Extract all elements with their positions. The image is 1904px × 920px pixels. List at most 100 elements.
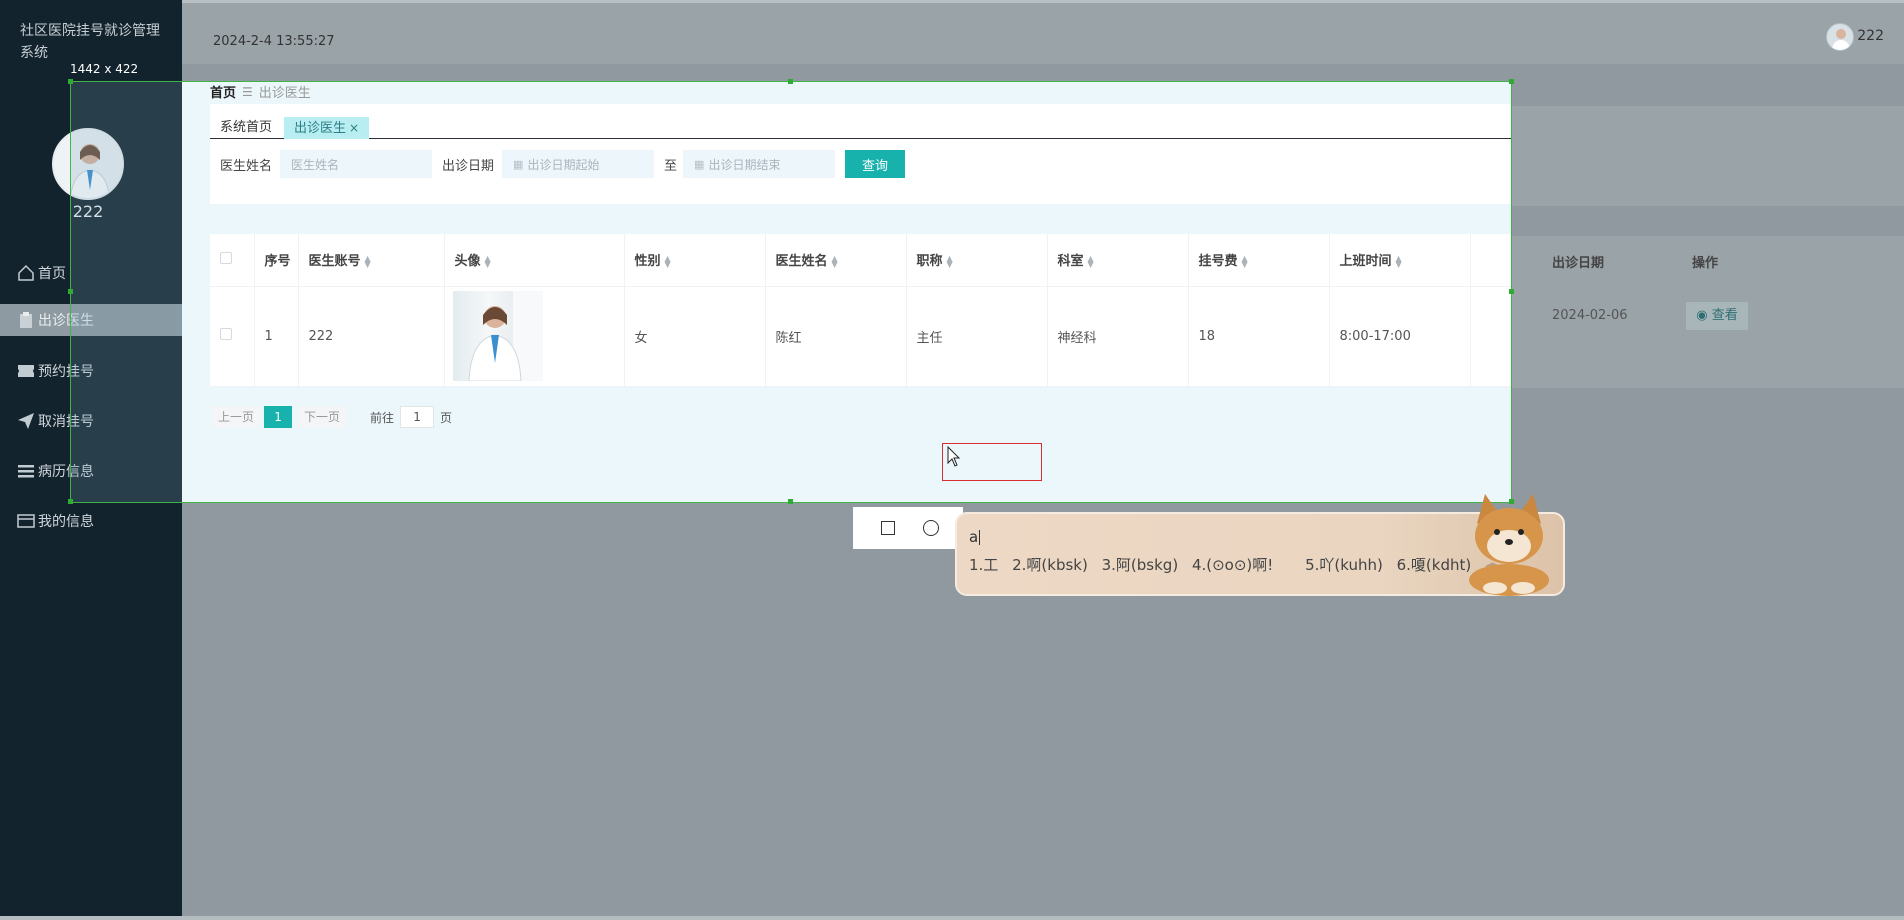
ellipse-tool-icon[interactable]: [923, 520, 939, 536]
user-avatar-icon: [1831, 29, 1851, 50]
ime-candidate-list: 1.工 2.啊(kbsk) 3.阿(bskg) 4.(⊙o⊙)啊! 5.吖(ku…: [969, 554, 1509, 575]
ime-candidate[interactable]: 2.啊(kbsk): [1012, 556, 1088, 574]
sort-icon[interactable]: ▲ ▼: [665, 254, 671, 268]
col-title[interactable]: 职称 ▲ ▼: [906, 234, 1048, 287]
cell-work-time: 8:00-17:00: [1329, 286, 1471, 387]
sort-icon[interactable]: ▲ ▼: [947, 254, 953, 268]
resize-handle-bottom-left[interactable]: [68, 499, 73, 504]
shiba-dog-skin-icon: [1469, 494, 1549, 596]
col-work-time[interactable]: 上班时间 ▲ ▼: [1329, 234, 1471, 287]
doctor-name-input[interactable]: 医生姓名: [280, 150, 433, 178]
breadcrumb-separator-icon: ☰: [242, 84, 253, 99]
breadcrumb-current: 出诊医生: [258, 86, 311, 101]
date-start-input[interactable]: ▦ 出诊日期起始: [502, 150, 655, 178]
ticket-icon: [16, 361, 36, 381]
ime-candidate[interactable]: 1.工: [969, 556, 998, 574]
search-form: 医生姓名 医生姓名 出诊日期 ▦ 出诊日期起始 至 ▦ 出诊日期结束 查询: [220, 149, 906, 179]
cell-gender: 女: [624, 286, 766, 387]
ime-candidate[interactable]: 3.阿(bskg): [1102, 556, 1179, 574]
prev-page-button[interactable]: 上一页: [212, 406, 261, 428]
col-name[interactable]: 医生姓名 ▲ ▼: [765, 234, 907, 287]
rectangle-tool-icon[interactable]: [881, 521, 895, 535]
sort-icon[interactable]: ▲ ▼: [1242, 254, 1248, 268]
header-username: 222: [1857, 28, 1884, 44]
tab-bar: 系统首页 出诊医生 ×: [210, 116, 1511, 139]
ime-candidate[interactable]: 5.吖(kuhh): [1305, 556, 1383, 574]
date-label: 出诊日期: [442, 158, 495, 174]
next-page-button[interactable]: 下一页: [298, 406, 347, 428]
dim-cell-date: 2024-02-06: [1552, 308, 1628, 323]
cell-department: 神经科: [1047, 286, 1189, 387]
capture-region[interactable]: 首页 ☰ 出诊医生 系统首页 出诊医生 × 医生姓名 医生姓名 出诊日期 ▦ 出诊…: [182, 82, 1511, 502]
cell-fee: 18: [1188, 286, 1330, 387]
capture-sidebar-overlay: [70, 82, 182, 502]
cell-date-cut: [1470, 286, 1511, 387]
send-icon: [16, 411, 36, 431]
col-account[interactable]: 医生账号 ▲ ▼: [298, 234, 445, 287]
sidebar-item-profile[interactable]: 我的信息: [0, 496, 182, 546]
col-date-cut: [1470, 234, 1511, 287]
doctor-name-label: 医生姓名: [220, 158, 273, 174]
page-suffix-label: 页: [440, 410, 453, 425]
tab-doctors[interactable]: 出诊医生 ×: [284, 116, 370, 139]
top-header: 2024-2-4 13:55:27 222: [182, 0, 1904, 64]
row-select-cell[interactable]: [210, 286, 255, 387]
goto-page-input[interactable]: 1: [400, 406, 435, 428]
ime-candidate[interactable]: 4.(⊙o⊙)啊!: [1192, 556, 1273, 574]
col-gender[interactable]: 性别 ▲ ▼: [624, 234, 766, 287]
sort-icon[interactable]: ▲ ▼: [485, 254, 491, 268]
col-fee[interactable]: 挂号费 ▲ ▼: [1188, 234, 1330, 287]
doctor-table-card: 序号 医生账号 ▲ ▼ 头像 ▲ ▼ 性别 ▲ ▼ 医生姓名 ▲ ▼ 职称 ▲ ▼ 科室 ▲ ▼ 挂号费…: [210, 234, 1511, 387]
snip-toolbar: [853, 507, 963, 549]
bottom-scrollbar[interactable]: [0, 916, 1904, 920]
calendar-icon: ▦: [694, 157, 705, 171]
dim-header-date: 出诊日期: [1552, 256, 1605, 271]
date-end-input[interactable]: ▦ 出诊日期结束: [683, 150, 836, 178]
row-checkbox[interactable]: [220, 328, 232, 340]
sort-icon[interactable]: ▲ ▼: [1396, 254, 1402, 268]
capture-size-label: 1442 x 422: [70, 62, 139, 76]
sort-icon[interactable]: ▲ ▼: [1088, 254, 1094, 268]
ime-candidate-window: a 1.工 2.啊(kbsk) 3.阿(bskg) 4.(⊙o⊙)啊! 5.吖(…: [955, 494, 1565, 596]
resize-handle-top-right[interactable]: [1509, 79, 1514, 84]
col-avatar[interactable]: 头像 ▲ ▼: [444, 234, 625, 287]
table-row[interactable]: 1 222 女 陈红 主任 神经科 18 8:00-17:00: [210, 286, 1511, 387]
col-department[interactable]: 科室 ▲ ▼: [1047, 234, 1189, 287]
cell-avatar: [444, 286, 625, 387]
header-avatar[interactable]: [1826, 23, 1854, 51]
to-label: 至: [664, 158, 678, 174]
resize-handle-bottom[interactable]: [788, 499, 793, 504]
page-number-current[interactable]: 1: [264, 406, 293, 428]
home-icon: [16, 263, 36, 283]
cell-name: 陈红: [765, 286, 907, 387]
sidebar-item-label: 首页: [38, 266, 66, 282]
datetime-display: 2024-2-4 13:55:27: [213, 34, 335, 49]
resize-handle-top-left[interactable]: [68, 79, 73, 84]
resize-handle-left[interactable]: [68, 289, 73, 294]
sort-icon[interactable]: ▲ ▼: [832, 254, 838, 268]
resize-handle-top[interactable]: [788, 79, 793, 84]
cell-account: 222: [298, 286, 445, 387]
tab-system-home[interactable]: 系统首页: [210, 117, 282, 139]
eye-icon: ◉: [1696, 308, 1708, 323]
doctor-table: 序号 医生账号 ▲ ▼ 头像 ▲ ▼ 性别 ▲ ▼ 医生姓名 ▲ ▼ 职称 ▲ ▼ 科室 ▲ ▼ 挂号费…: [210, 234, 1511, 387]
select-all-checkbox[interactable]: [220, 251, 232, 264]
goto-label: 前往: [370, 410, 395, 425]
mouse-cursor-icon: [947, 446, 961, 467]
ime-composition-text: a: [969, 528, 979, 546]
view-button[interactable]: ◉ 查看: [1686, 302, 1748, 330]
pagination: 上一页 1 下一页 前往 1 页: [212, 406, 452, 428]
app-title: 社区医院挂号就诊管理系统: [20, 23, 160, 61]
resize-handle-right[interactable]: [1509, 289, 1514, 294]
close-icon[interactable]: ×: [349, 121, 359, 135]
card-icon: [16, 511, 36, 531]
breadcrumb-home[interactable]: 首页: [210, 82, 236, 101]
cell-title: 主任: [906, 286, 1048, 387]
query-button[interactable]: 查询: [845, 150, 906, 178]
tabs-search-card: 系统首页 出诊医生 × 医生姓名 医生姓名 出诊日期 ▦ 出诊日期起始 至 ▦ 出…: [210, 104, 1511, 204]
table-header-row: 序号 医生账号 ▲ ▼ 头像 ▲ ▼ 性别 ▲ ▼ 医生姓名 ▲ ▼ 职称 ▲ ▼ 科室 ▲ ▼ 挂号费…: [210, 234, 1511, 287]
clipboard-icon: [16, 310, 36, 330]
breadcrumb: 首页 ☰ 出诊医生: [210, 82, 311, 102]
sort-icon[interactable]: ▲ ▼: [365, 254, 371, 268]
select-all-cell[interactable]: [210, 234, 255, 287]
